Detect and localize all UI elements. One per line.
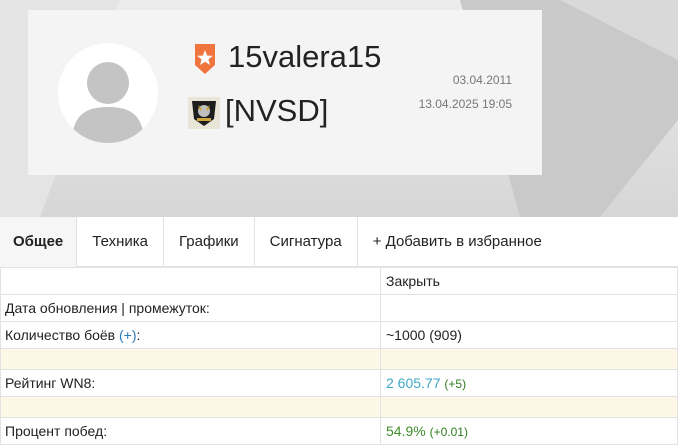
close-link[interactable]: Закрыть [380, 267, 678, 295]
orange-star-badge-icon [195, 44, 215, 74]
battles-label-colon: : [136, 327, 141, 343]
wn8-label: Рейтинг WN8: [0, 369, 381, 397]
tab-signature[interactable]: Сигнатура [255, 217, 358, 267]
table-row-spacer [0, 348, 678, 370]
clan-tag[interactable]: [NVSD] [225, 93, 328, 129]
tab-charts[interactable]: Графики [164, 217, 255, 267]
user-avatar-icon [58, 43, 158, 143]
registration-date: 03.04.2011 [452, 73, 512, 87]
table-row: Закрыть [0, 267, 678, 295]
table-row: Количество боёв (+): ~1000 (909) [0, 321, 678, 349]
battles-label: Количество боёв [5, 327, 116, 343]
stats-table: Закрыть Дата обновления | промежуток: Ко… [0, 267, 678, 445]
table-row: Дата обновления | промежуток: [0, 294, 678, 322]
username: 15valera15 [228, 39, 382, 74]
profile-card: 15valera15 [NVSD] 03.04.2011 13.04.2025 … [28, 10, 542, 175]
winrate-delta: (+0.01) [429, 425, 468, 439]
battles-value: ~1000 (909) [380, 321, 678, 349]
tab-vehicles[interactable]: Техника [77, 217, 165, 267]
last-battle-datetime: 13.04.2025 19:05 [418, 97, 512, 111]
clan-emblem-icon[interactable] [188, 97, 220, 129]
winrate-value-cell: 54.9% (+0.01) [380, 417, 678, 445]
table-row: Рейтинг WN8: 2 605.77 (+5) [0, 369, 678, 397]
add-to-favorites-button[interactable]: + Добавить в избранное [358, 217, 557, 267]
wn8-value: 2 605.77 [386, 375, 441, 391]
wn8-value-cell: 2 605.77 (+5) [380, 369, 678, 397]
empty-cell [0, 267, 381, 295]
winrate-label: Процент побед: [0, 417, 381, 445]
table-row: Процент побед: 54.9% (+0.01) [0, 417, 678, 445]
profile-tabs: Общее Техника Графики Сигнатура + Добави… [0, 217, 678, 267]
battles-expand-link[interactable]: (+) [119, 327, 137, 343]
update-date-label: Дата обновления | промежуток: [0, 294, 381, 322]
table-row-spacer [0, 396, 678, 418]
battles-label-cell: Количество боёв (+): [0, 321, 381, 349]
tab-general[interactable]: Общее [0, 217, 78, 267]
update-date-value [380, 294, 678, 322]
profile-header: 15valera15 [NVSD] 03.04.2011 13.04.2025 … [0, 0, 678, 217]
wn8-delta: (+5) [444, 377, 467, 391]
winrate-value: 54.9% [386, 423, 426, 439]
